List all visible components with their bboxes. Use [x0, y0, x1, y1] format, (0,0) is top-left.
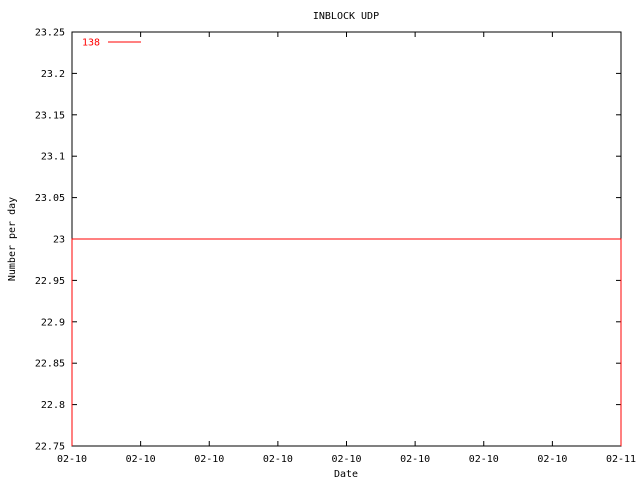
chart-background	[0, 0, 640, 480]
y-tick-label: 22.8	[41, 400, 65, 411]
y-tick-label: 23.15	[35, 110, 65, 121]
x-axis-label: Date	[334, 469, 358, 480]
y-tick-label: 23.05	[35, 193, 65, 204]
x-tick-label: 02-10	[263, 454, 293, 465]
y-tick-label: 22.9	[41, 317, 65, 328]
x-tick-label: 02-10	[400, 454, 430, 465]
y-tick-label: 23.2	[41, 69, 65, 80]
x-tick-label: 02-10	[331, 454, 361, 465]
y-tick-label: 23	[53, 235, 65, 246]
x-tick-label: 02-10	[57, 454, 87, 465]
chart-title: INBLOCK UDP	[313, 11, 379, 22]
y-tick-label: 22.85	[35, 359, 65, 370]
x-tick-label: 02-10	[126, 454, 156, 465]
y-tick-label: 22.75	[35, 442, 65, 453]
legend-label: 138	[82, 38, 100, 49]
y-tick-label: 22.95	[35, 276, 65, 287]
x-tick-label: 02-10	[469, 454, 499, 465]
chart: INBLOCK UDP 22.75 22.8 22.85 22.9 22.95 23 23.…	[0, 0, 640, 480]
y-tick-label: 23.1	[41, 152, 65, 163]
y-axis-label: Number per day	[7, 197, 18, 281]
y-tick-label: 23.25	[35, 28, 65, 39]
x-tick-label: 02-11	[606, 454, 636, 465]
x-tick-label: 02-10	[537, 454, 567, 465]
x-tick-label: 02-10	[194, 454, 224, 465]
